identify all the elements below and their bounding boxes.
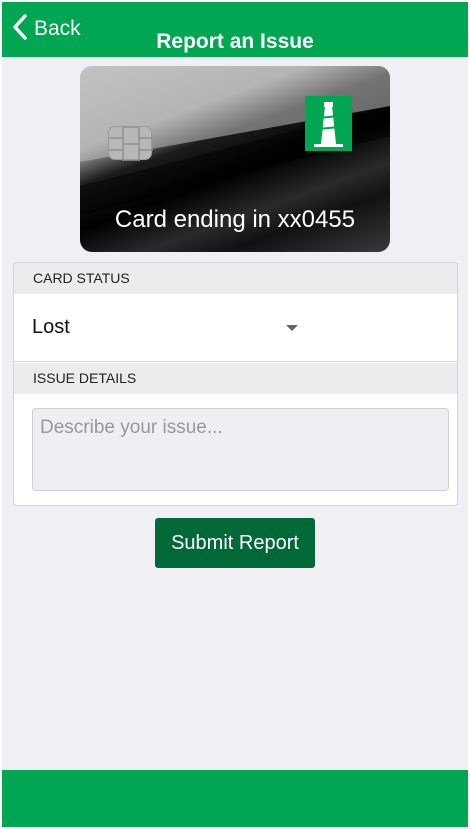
issue-details-heading: ISSUE DETAILS xyxy=(14,363,457,394)
app-frame: Back Report an Issue Card ending in xx04… xyxy=(2,2,468,827)
submit-report-button[interactable]: Submit Report xyxy=(155,518,315,568)
page-title: Report an Issue xyxy=(156,30,314,53)
chip-icon xyxy=(108,126,153,162)
top-bar: Back Report an Issue xyxy=(2,2,468,57)
card-caption: Card ending in xx0455 xyxy=(114,206,356,233)
card-status-value: Lost xyxy=(32,316,70,338)
card-status-select[interactable]: Lost xyxy=(14,294,457,362)
bottom-bar xyxy=(2,770,468,827)
caret-down-icon xyxy=(286,325,298,331)
issue-details-input[interactable] xyxy=(32,408,449,491)
report-form: CARD STATUS Lost ISSUE DETAILS xyxy=(13,262,458,506)
card-status-heading: CARD STATUS xyxy=(14,263,457,294)
lighthouse-logo xyxy=(305,96,352,151)
card-image: Card ending in xx0455 xyxy=(80,66,390,252)
